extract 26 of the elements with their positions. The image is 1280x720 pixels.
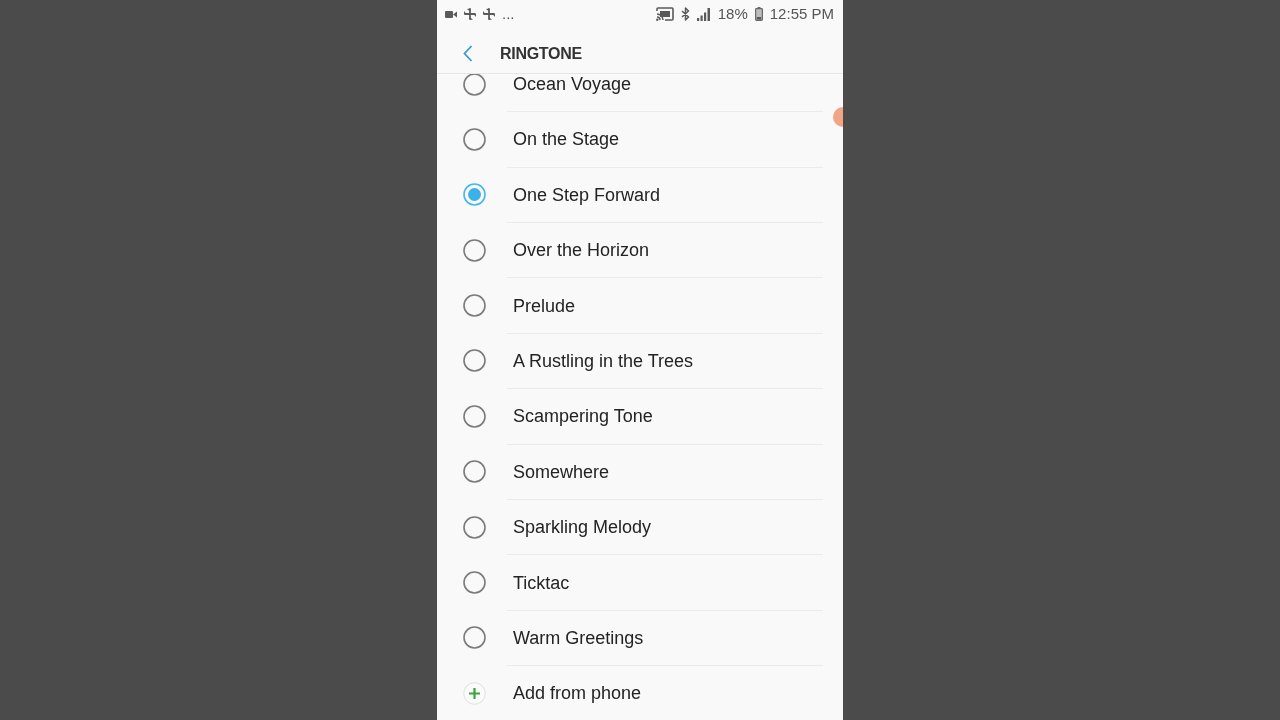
video-camera-icon bbox=[445, 9, 457, 19]
ringtone-option[interactable]: On the Stage bbox=[437, 112, 823, 167]
ringtone-option[interactable]: Over the Horizon bbox=[437, 223, 823, 278]
ringtone-option[interactable]: Ticktac bbox=[437, 555, 823, 610]
add-from-phone-button[interactable]: Add from phone bbox=[437, 666, 823, 720]
ringtone-option[interactable]: A Rustling in the Trees bbox=[437, 333, 823, 389]
ringtone-option[interactable]: Sparkling Melody bbox=[437, 499, 823, 555]
ringtone-option[interactable]: One Step Forward bbox=[437, 167, 823, 222]
ringtone-option[interactable]: Prelude bbox=[437, 278, 823, 333]
signal-icon bbox=[696, 7, 711, 21]
arrows-icon bbox=[464, 8, 476, 20]
chevron-left-icon bbox=[463, 45, 473, 62]
cast-icon bbox=[655, 7, 674, 21]
clock-text: 12:55 PM bbox=[769, 5, 834, 23]
back-button[interactable] bbox=[462, 43, 474, 64]
plus-icon bbox=[463, 681, 486, 705]
arrows-icon bbox=[483, 8, 495, 20]
battery-percent-text: 18% bbox=[717, 5, 748, 23]
ringtone-option[interactable]: Somewhere bbox=[437, 444, 823, 499]
page-title: RINGTONE bbox=[500, 44, 582, 63]
notification-overflow-text: ... bbox=[502, 5, 515, 23]
ringtone-option[interactable]: Ocean Voyage bbox=[437, 74, 823, 112]
ringtone-option[interactable]: Scampering Tone bbox=[437, 389, 823, 444]
battery-icon bbox=[754, 7, 763, 21]
ringtone-option[interactable]: Warm Greetings bbox=[437, 610, 823, 666]
bluetooth-icon bbox=[680, 7, 690, 21]
